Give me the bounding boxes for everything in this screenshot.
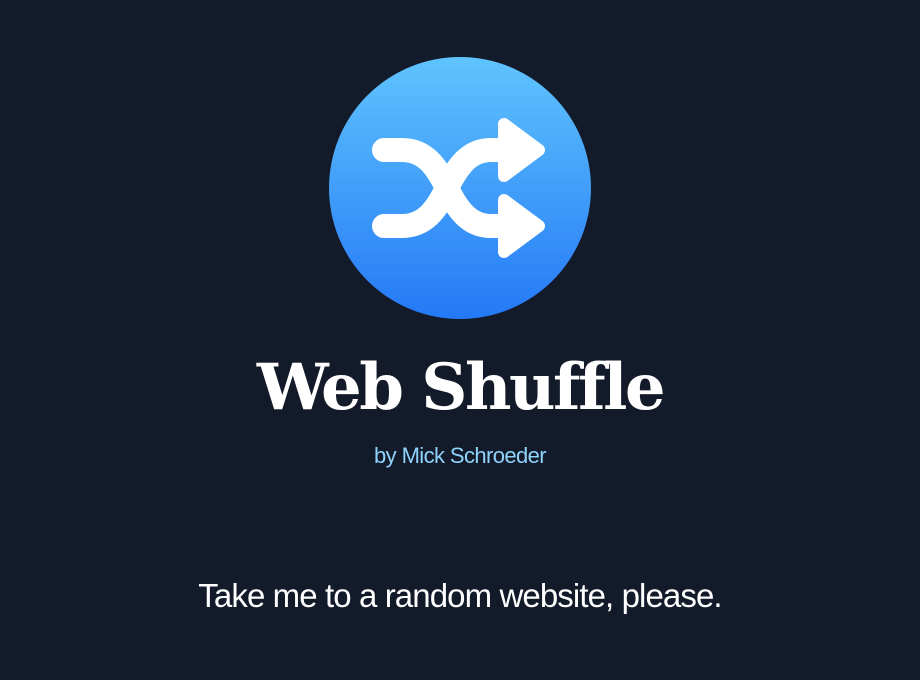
app-title: Web Shuffle [256,350,666,425]
byline: by Mick Schroeder [0,442,920,470]
app-logo [329,57,591,319]
shuffle-icon [329,57,591,319]
author-link[interactable]: Mick Schroeder [402,443,547,468]
byline-prefix: by [374,443,402,468]
random-website-prompt: Take me to a random website, please. [0,574,920,618]
random-website-link[interactable]: Take me to a random website, please. [198,577,722,614]
